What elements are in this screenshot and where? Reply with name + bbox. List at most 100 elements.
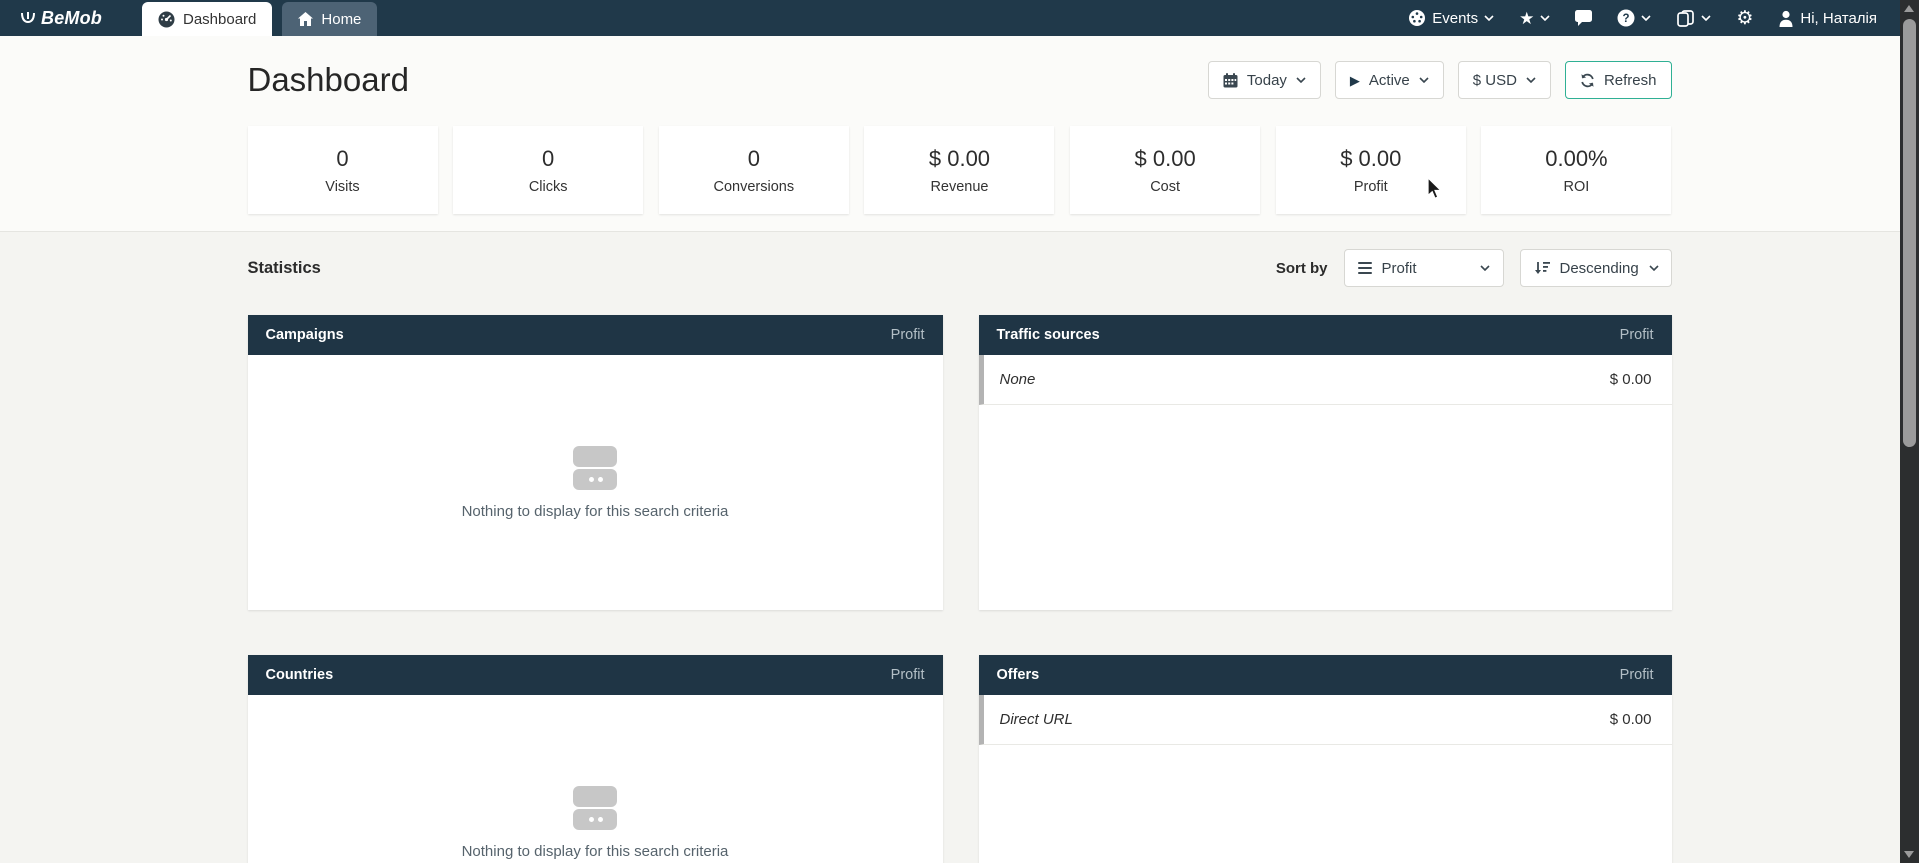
chevron-down-icon bbox=[1296, 77, 1306, 83]
currency-button[interactable]: $ USD bbox=[1458, 61, 1551, 99]
dashboard-gauge-icon bbox=[158, 11, 175, 28]
scrollbar-up-arrow[interactable] bbox=[1904, 5, 1914, 12]
panel-metric-label: Profit bbox=[891, 327, 925, 343]
status-filter-button[interactable]: ▶ Active bbox=[1335, 61, 1444, 99]
tab-dashboard[interactable]: Dashboard bbox=[142, 2, 272, 36]
stat-cards-row: 0 Visits 0 Clicks 0 Conversions $ 0.00 R… bbox=[248, 126, 1672, 214]
stat-card-cost: $ 0.00 Cost bbox=[1070, 126, 1260, 214]
sort-by-label: Sort by bbox=[1276, 260, 1328, 277]
panel-metric-label: Profit bbox=[1620, 667, 1654, 683]
stat-label: Profit bbox=[1354, 179, 1388, 195]
dashboard-header-section: Dashboard Today bbox=[0, 36, 1919, 232]
top-navbar: BeMob Dashboard Home bbox=[0, 0, 1919, 36]
refresh-label: Refresh bbox=[1604, 72, 1657, 89]
stat-label: Revenue bbox=[930, 179, 988, 195]
tab-home-label: Home bbox=[321, 11, 361, 28]
favorites-menu[interactable]: ★ bbox=[1519, 10, 1550, 27]
empty-state-text: Nothing to display for this search crite… bbox=[462, 503, 729, 520]
gear-icon: ⚙ bbox=[1736, 9, 1753, 28]
events-icon bbox=[1408, 9, 1426, 27]
panel-metric-label: Profit bbox=[1620, 327, 1654, 343]
chevron-down-icon bbox=[1419, 77, 1429, 83]
play-icon: ▶ bbox=[1350, 74, 1360, 87]
vertical-scrollbar[interactable] bbox=[1900, 0, 1919, 863]
panel-countries-header: Countries Profit bbox=[248, 655, 943, 695]
brand-text: BeMob bbox=[41, 8, 102, 29]
statistics-panels-grid: Campaigns Profit Nothing to display for … bbox=[248, 315, 1672, 863]
panel-campaigns-header: Campaigns Profit bbox=[248, 315, 943, 355]
stat-label: Conversions bbox=[714, 179, 795, 195]
chevron-down-icon bbox=[1526, 77, 1536, 83]
stat-label: Clicks bbox=[529, 179, 568, 195]
stat-value: 0 bbox=[542, 146, 554, 172]
help-icon: ? bbox=[1617, 9, 1635, 27]
scrollbar-down-arrow[interactable] bbox=[1904, 851, 1914, 858]
page-title: Dashboard bbox=[248, 61, 409, 99]
user-greeting: Hi, Наталія bbox=[1800, 10, 1877, 27]
panel-traffic-sources: Traffic sources Profit None $ 0.00 bbox=[979, 315, 1672, 610]
docs-icon bbox=[1676, 10, 1695, 27]
stat-card-clicks: 0 Clicks bbox=[453, 126, 643, 214]
sort-controls: Sort by Profit bbox=[1276, 249, 1672, 287]
nav-tabs: Dashboard Home bbox=[142, 2, 377, 36]
star-icon: ★ bbox=[1519, 10, 1534, 27]
svg-text:?: ? bbox=[1623, 13, 1630, 25]
stat-label: Visits bbox=[325, 179, 359, 195]
user-menu[interactable]: Hi, Наталія bbox=[1778, 10, 1877, 27]
bemob-logo-icon bbox=[18, 10, 38, 26]
stat-card-profit: $ 0.00 Profit bbox=[1276, 126, 1466, 214]
scrollbar-thumb[interactable] bbox=[1903, 19, 1916, 447]
stat-label: Cost bbox=[1150, 179, 1180, 195]
table-row[interactable]: None $ 0.00 bbox=[979, 355, 1672, 405]
chevron-down-icon bbox=[1540, 15, 1550, 21]
bemob-logo[interactable]: BeMob bbox=[18, 8, 102, 29]
events-menu[interactable]: Events bbox=[1408, 9, 1494, 27]
panel-offers-body: Direct URL $ 0.00 bbox=[979, 695, 1672, 863]
row-name: None bbox=[1000, 371, 1036, 388]
stat-value: $ 0.00 bbox=[1340, 146, 1401, 172]
date-range-button[interactable]: Today bbox=[1208, 61, 1321, 99]
stat-value: 0 bbox=[336, 146, 348, 172]
panel-traffic-sources-header: Traffic sources Profit bbox=[979, 315, 1672, 355]
settings-button[interactable]: ⚙ bbox=[1736, 9, 1753, 28]
resources-menu[interactable] bbox=[1676, 10, 1711, 27]
statistics-section: Statistics Sort by Profit bbox=[0, 232, 1919, 863]
stat-label: ROI bbox=[1564, 179, 1590, 195]
help-menu[interactable]: ? bbox=[1617, 9, 1651, 27]
chevron-down-icon bbox=[1641, 15, 1651, 21]
tab-home[interactable]: Home bbox=[282, 2, 377, 36]
row-name: Direct URL bbox=[1000, 711, 1073, 728]
list-lines-icon bbox=[1358, 262, 1372, 274]
chevron-down-icon bbox=[1649, 265, 1659, 271]
sort-field-value: Profit bbox=[1382, 260, 1417, 277]
sort-field-dropdown[interactable]: Profit bbox=[1344, 249, 1504, 287]
empty-data-icon bbox=[573, 446, 617, 490]
sort-direction-dropdown[interactable]: Descending bbox=[1520, 249, 1672, 287]
empty-data-icon bbox=[573, 786, 617, 830]
chevron-down-icon bbox=[1484, 15, 1494, 21]
stat-value: $ 0.00 bbox=[1135, 146, 1196, 172]
empty-state: Nothing to display for this search crite… bbox=[248, 695, 943, 863]
stat-card-roi: 0.00% ROI bbox=[1481, 126, 1671, 214]
table-row[interactable]: Direct URL $ 0.00 bbox=[979, 695, 1672, 745]
panel-title: Offers bbox=[997, 667, 1040, 683]
stat-card-revenue: $ 0.00 Revenue bbox=[864, 126, 1054, 214]
chevron-down-icon bbox=[1480, 265, 1490, 271]
stat-value: $ 0.00 bbox=[929, 146, 990, 172]
statistics-heading: Statistics bbox=[248, 259, 321, 278]
feedback-button[interactable] bbox=[1575, 10, 1592, 26]
stat-value: 0.00% bbox=[1545, 146, 1607, 172]
status-filter-label: Active bbox=[1369, 72, 1410, 89]
refresh-icon bbox=[1580, 73, 1595, 88]
home-icon bbox=[298, 12, 313, 26]
sort-descending-icon bbox=[1534, 261, 1550, 275]
panel-campaigns: Campaigns Profit Nothing to display for … bbox=[248, 315, 943, 610]
date-range-label: Today bbox=[1247, 72, 1287, 89]
refresh-button[interactable]: Refresh bbox=[1565, 61, 1672, 99]
panel-campaigns-body: Nothing to display for this search crite… bbox=[248, 355, 943, 610]
calendar-icon bbox=[1223, 73, 1238, 88]
panel-metric-label: Profit bbox=[891, 667, 925, 683]
chevron-down-icon bbox=[1701, 15, 1711, 21]
user-icon bbox=[1778, 10, 1794, 27]
panel-countries: Countries Profit Nothing to display for … bbox=[248, 655, 943, 863]
